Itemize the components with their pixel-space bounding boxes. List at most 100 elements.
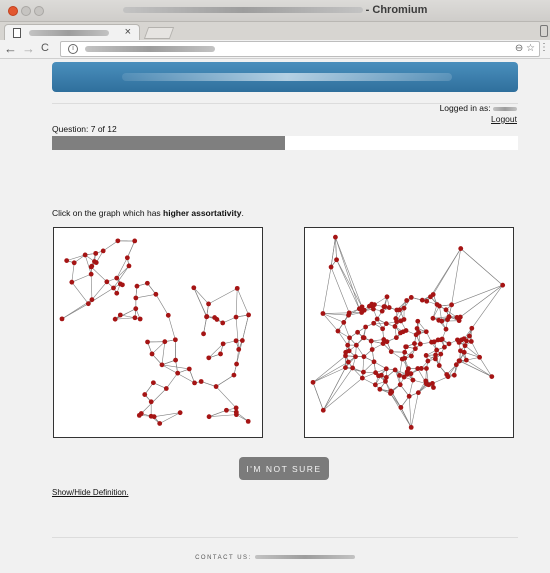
graph-node bbox=[412, 346, 418, 352]
logout-link[interactable]: Logout bbox=[440, 114, 517, 125]
graph-node bbox=[458, 246, 464, 251]
graph-node bbox=[392, 324, 398, 329]
graph-node bbox=[343, 353, 348, 359]
graph-node bbox=[104, 279, 110, 285]
definition-toggle-link[interactable]: Show/Hide Definition. bbox=[52, 488, 128, 497]
graph-node bbox=[236, 346, 242, 352]
graph-nodes bbox=[310, 234, 506, 430]
graph-node bbox=[212, 315, 218, 320]
graph-node bbox=[82, 252, 88, 258]
graph-node bbox=[376, 373, 381, 379]
graph-node bbox=[353, 342, 359, 348]
graph-node bbox=[455, 337, 460, 343]
graph-node bbox=[401, 305, 407, 311]
window-app-name: - Chromium bbox=[365, 4, 428, 16]
graph-node bbox=[218, 351, 223, 357]
graph-node bbox=[159, 362, 165, 368]
graph-node bbox=[388, 388, 394, 394]
graph-node bbox=[355, 329, 360, 335]
graph-node bbox=[456, 358, 462, 364]
graph-node bbox=[372, 302, 377, 308]
graph-node bbox=[398, 405, 404, 410]
graph-node bbox=[150, 380, 156, 386]
graph-node bbox=[172, 337, 178, 343]
graph-node bbox=[386, 305, 392, 310]
forward-arrow-icon[interactable]: → bbox=[22, 41, 35, 56]
reload-icon[interactable]: C bbox=[41, 42, 49, 54]
menu-icon[interactable]: ⋮ bbox=[539, 42, 549, 53]
graph-node bbox=[231, 372, 237, 378]
graph-node bbox=[469, 325, 475, 331]
network-graph-left[interactable] bbox=[54, 228, 262, 437]
redacted-tab-title bbox=[29, 30, 109, 36]
graph-node bbox=[114, 275, 120, 281]
graph-node bbox=[436, 317, 442, 323]
graph-node bbox=[383, 378, 388, 384]
not-sure-button[interactable]: I'M NOT SURE bbox=[239, 457, 329, 480]
graph-node bbox=[412, 341, 417, 346]
new-tab-button[interactable] bbox=[143, 27, 175, 39]
graph-node bbox=[345, 342, 351, 348]
contact-label: CONTACT US: bbox=[195, 555, 252, 561]
graph-node bbox=[333, 234, 338, 240]
graph-node bbox=[431, 385, 436, 390]
graph-node bbox=[438, 351, 444, 357]
browser-toolbar: ← → C i ⊖ ☆ ⋮ bbox=[0, 40, 550, 59]
graph-node bbox=[148, 399, 154, 405]
graph-node bbox=[361, 369, 366, 375]
login-status: Logged in as: Logout bbox=[440, 103, 517, 125]
graph-node bbox=[463, 357, 469, 363]
back-arrow-icon[interactable]: ← bbox=[4, 41, 17, 56]
address-bar[interactable]: i ⊖ ☆ bbox=[60, 41, 540, 57]
graph-node bbox=[220, 320, 226, 326]
tab-close-icon[interactable]: × bbox=[125, 26, 131, 38]
zoom-icon[interactable]: ⊖ bbox=[515, 43, 523, 54]
bookmark-star-icon[interactable]: ☆ bbox=[526, 43, 535, 54]
divider bbox=[52, 537, 518, 538]
network-graph-right[interactable] bbox=[305, 228, 513, 437]
instruction-suffix: . bbox=[241, 208, 244, 218]
graph-node bbox=[114, 290, 120, 296]
graph-node bbox=[444, 372, 450, 377]
graph-node bbox=[415, 366, 421, 371]
graph-node bbox=[446, 341, 452, 347]
graph-node bbox=[206, 301, 211, 307]
graph-node bbox=[137, 316, 143, 322]
graph-option-left[interactable] bbox=[53, 227, 263, 438]
graph-node bbox=[346, 310, 352, 316]
graph-node bbox=[361, 335, 367, 341]
graph-node bbox=[343, 365, 348, 371]
graph-node bbox=[462, 343, 468, 349]
graph-node bbox=[408, 295, 414, 300]
graph-node bbox=[69, 279, 75, 285]
graph-node bbox=[366, 303, 372, 309]
graph-node bbox=[88, 264, 94, 270]
graph-node bbox=[408, 424, 414, 430]
graph-node bbox=[374, 316, 380, 322]
graph-node bbox=[423, 378, 429, 384]
redacted-url bbox=[85, 46, 215, 52]
graph-node bbox=[206, 355, 212, 361]
window-title: - Chromium bbox=[0, 4, 550, 16]
graph-node bbox=[201, 331, 206, 337]
graph-node bbox=[191, 285, 197, 291]
graph-node bbox=[320, 311, 326, 316]
browser-tab[interactable]: × bbox=[4, 24, 140, 41]
graph-node bbox=[371, 359, 377, 365]
window-titlebar: - Chromium bbox=[0, 0, 550, 22]
graph-node bbox=[157, 421, 163, 426]
graph-node bbox=[133, 306, 139, 312]
graph-node bbox=[413, 332, 419, 338]
graph-node bbox=[59, 316, 65, 322]
graph-node bbox=[443, 307, 449, 313]
graph-node bbox=[134, 283, 140, 289]
graph-node bbox=[397, 382, 403, 388]
graph-node bbox=[477, 354, 483, 360]
graph-node bbox=[406, 393, 412, 399]
graph-node bbox=[410, 377, 416, 383]
graph-node bbox=[404, 344, 409, 350]
graph-node bbox=[334, 257, 339, 263]
graph-option-right[interactable] bbox=[304, 227, 514, 438]
info-icon[interactable]: i bbox=[68, 44, 78, 54]
profile-icon[interactable] bbox=[540, 25, 548, 37]
